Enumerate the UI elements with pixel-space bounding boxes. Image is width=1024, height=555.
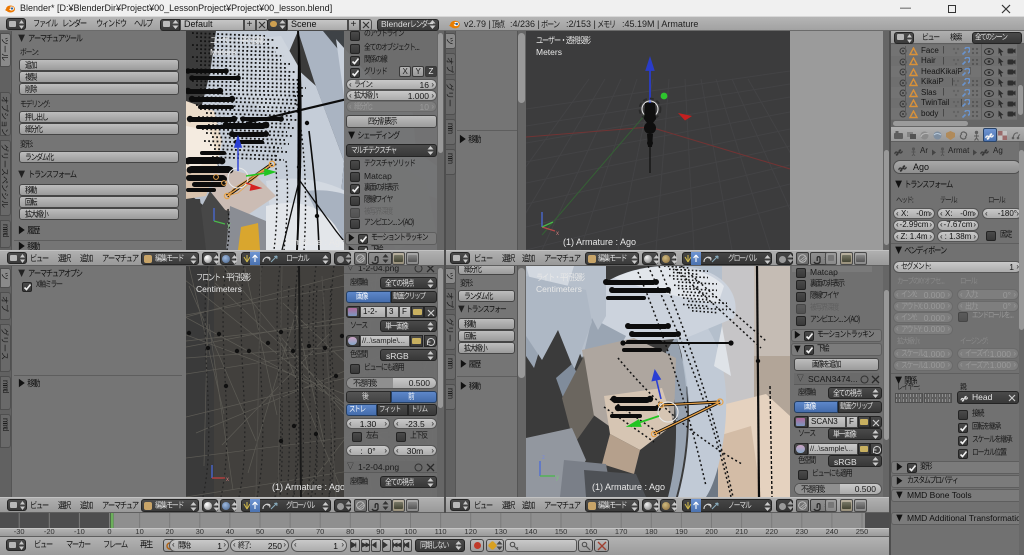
svg-text:m: m xyxy=(446,157,455,164)
svg-text:y: y xyxy=(556,475,559,481)
svg-text:z: z xyxy=(542,455,545,461)
svg-text:m: m xyxy=(446,127,455,134)
svg-text:m: m xyxy=(446,392,455,399)
svg-text:d: d xyxy=(1,389,10,393)
svg-text:x: x xyxy=(226,477,229,483)
svg-text:x: x xyxy=(556,231,559,237)
svg-text:y: y xyxy=(227,222,231,229)
svg-text:d: d xyxy=(1,233,10,237)
svg-text:m: m xyxy=(446,362,455,369)
svg-text:d: d xyxy=(1,427,10,431)
